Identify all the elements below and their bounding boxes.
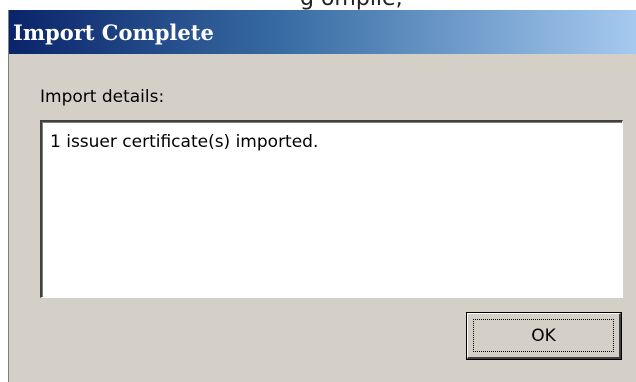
import-details-text: 1 issuer certificate(s) imported. [50,132,319,152]
import-details-textbox[interactable]: 1 issuer certificate(s) imported. [40,120,623,298]
import-complete-dialog: Import Complete Import details: 1 issuer… [8,10,636,382]
dialog-title: Import Complete [13,19,214,45]
ok-button-label: OK [531,325,556,346]
ok-button[interactable]: OK [466,312,622,360]
import-details-label: Import details: [40,87,165,107]
dialog-titlebar[interactable]: Import Complete [9,10,636,54]
screen: g ompile, Import Complete Import details… [0,0,636,382]
